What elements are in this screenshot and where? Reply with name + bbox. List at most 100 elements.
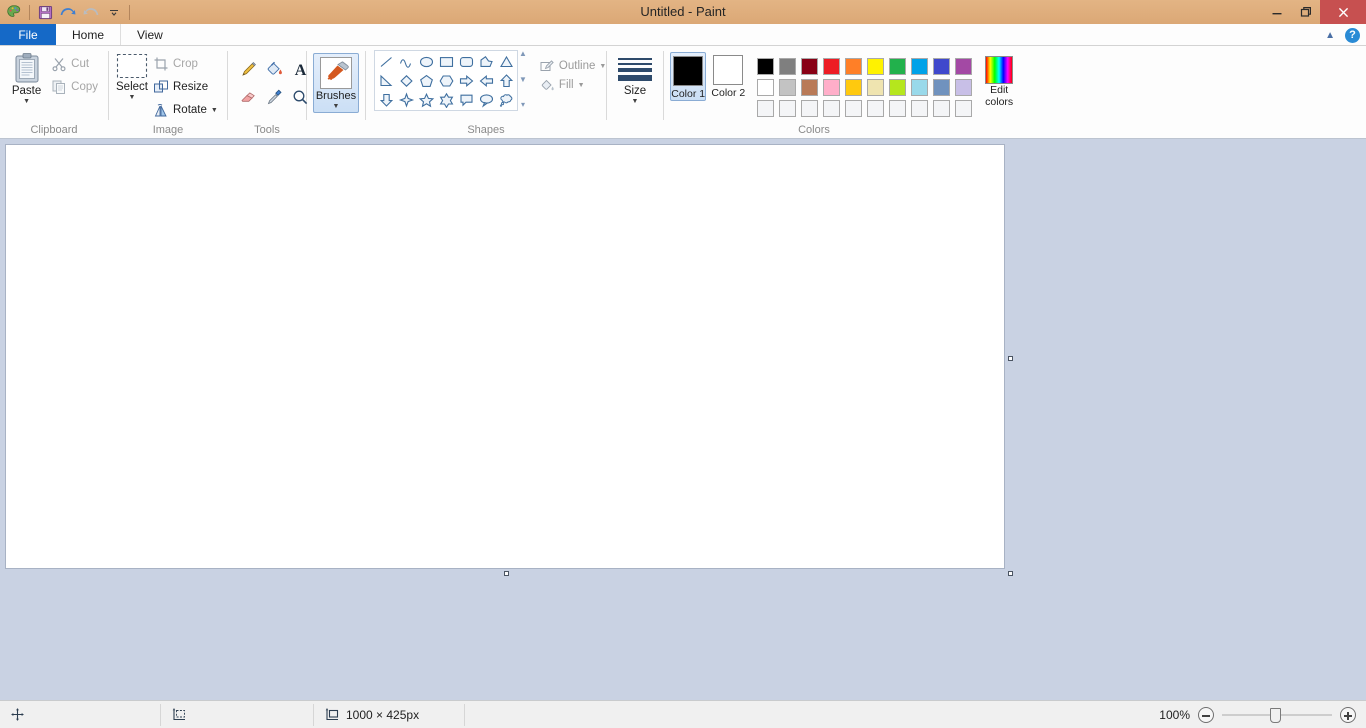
pentagon-shape[interactable] xyxy=(416,71,436,90)
zoom-out-button[interactable] xyxy=(1198,707,1214,723)
select-button[interactable]: Select ▼ xyxy=(115,50,149,101)
canvas-resize-handle-east[interactable] xyxy=(1008,356,1013,361)
hexagon-shape[interactable] xyxy=(436,71,456,90)
palette-swatch-r1-c2[interactable] xyxy=(776,56,798,77)
palette-swatch-r2-c4[interactable] xyxy=(820,77,842,98)
tab-file[interactable]: File xyxy=(0,24,56,45)
palette-swatch-r3-c1[interactable] xyxy=(754,98,776,119)
palette-swatch-r1-c4[interactable] xyxy=(820,56,842,77)
brushes-dropdown-caret-icon[interactable]: ▼ xyxy=(333,103,340,110)
zoom-in-button[interactable] xyxy=(1340,707,1356,723)
scroll-up-icon[interactable]: ▲ xyxy=(519,50,527,58)
zoom-slider-thumb[interactable] xyxy=(1270,708,1281,723)
resize-button[interactable]: Resize xyxy=(149,76,222,98)
palette-swatch-r1-c9[interactable] xyxy=(930,56,952,77)
fill-button[interactable]: Fill ▼ xyxy=(539,77,606,93)
palette-swatch-r1-c7[interactable] xyxy=(886,56,908,77)
crop-button[interactable]: Crop xyxy=(149,53,222,75)
undo-arrow-icon[interactable] xyxy=(57,1,79,23)
cut-button[interactable]: Cut xyxy=(47,53,102,75)
chevron-down-icon[interactable] xyxy=(103,1,125,23)
palette-swatch-r2-c9[interactable] xyxy=(930,77,952,98)
palette-swatch-r1-c1[interactable] xyxy=(754,56,776,77)
zoom-slider[interactable] xyxy=(1222,707,1332,723)
oval-callout-shape[interactable] xyxy=(476,90,496,109)
palette-swatch-r3-c2[interactable] xyxy=(776,98,798,119)
palette-swatch-r2-c6[interactable] xyxy=(864,77,886,98)
left-arrow-shape[interactable] xyxy=(476,71,496,90)
close-button[interactable] xyxy=(1320,0,1366,24)
scroll-down-icon[interactable]: ▼ xyxy=(519,75,527,84)
up-arrow-shape[interactable] xyxy=(496,71,516,90)
palette-swatch-r2-c2[interactable] xyxy=(776,77,798,98)
edit-colors-button[interactable]: Edit colors xyxy=(980,52,1018,108)
help-question-icon[interactable]: ? xyxy=(1345,27,1360,43)
four-point-star-shape[interactable] xyxy=(396,90,416,109)
line-shape[interactable] xyxy=(376,52,396,71)
paste-button[interactable]: Paste ▼ xyxy=(6,50,47,105)
palette-swatch-r3-c8[interactable] xyxy=(908,98,930,119)
color-picker-icon[interactable] xyxy=(262,84,286,110)
color2-button[interactable]: Color 2 xyxy=(710,52,746,99)
oval-shape[interactable] xyxy=(416,52,436,71)
restore-button[interactable] xyxy=(1291,0,1320,24)
right-triangle-shape[interactable] xyxy=(376,71,396,90)
rounded-callout-shape[interactable] xyxy=(456,90,476,109)
shapes-more-icon[interactable]: ▾ xyxy=(521,101,525,109)
palette-swatch-r3-c4[interactable] xyxy=(820,98,842,119)
fill-bucket-icon[interactable] xyxy=(262,56,286,82)
palette-swatch-r3-c9[interactable] xyxy=(930,98,952,119)
palette-swatch-r1-c3[interactable] xyxy=(798,56,820,77)
tab-home[interactable]: Home xyxy=(56,24,122,45)
paste-dropdown-caret-icon[interactable]: ▼ xyxy=(23,98,30,105)
right-arrow-shape[interactable] xyxy=(456,71,476,90)
outline-dropdown-caret-icon[interactable]: ▼ xyxy=(599,63,606,70)
palette-swatch-r1-c6[interactable] xyxy=(864,56,886,77)
floppy-disk-icon[interactable] xyxy=(34,1,56,23)
brushes-button[interactable]: Brushes ▼ xyxy=(313,53,359,113)
fill-dropdown-caret-icon[interactable]: ▼ xyxy=(578,82,585,89)
tab-view[interactable]: View xyxy=(121,24,179,45)
five-point-star-shape[interactable] xyxy=(416,90,436,109)
size-button[interactable]: Size ▼ xyxy=(613,54,657,105)
color1-button[interactable]: Color 1 xyxy=(670,52,707,101)
palette-swatch-r2-c8[interactable] xyxy=(908,77,930,98)
outline-button[interactable]: Outline ▼ xyxy=(539,58,606,74)
palette-swatch-r1-c10[interactable] xyxy=(952,56,974,77)
diamond-shape[interactable] xyxy=(396,71,416,90)
cloud-callout-shape[interactable] xyxy=(496,90,516,109)
chevron-up-icon[interactable]: ▲ xyxy=(1325,30,1335,41)
pencil-icon[interactable] xyxy=(236,56,260,82)
palette-swatch-r2-c10[interactable] xyxy=(952,77,974,98)
select-dropdown-caret-icon[interactable]: ▼ xyxy=(129,94,136,101)
canvas-resize-handle-south[interactable] xyxy=(504,571,509,576)
palette-swatch-r2-c5[interactable] xyxy=(842,77,864,98)
palette-swatch-r2-c1[interactable] xyxy=(754,77,776,98)
size-dropdown-caret-icon[interactable]: ▼ xyxy=(632,98,639,105)
palette-swatch-r3-c7[interactable] xyxy=(886,98,908,119)
rectangle-shape[interactable] xyxy=(436,52,456,71)
drawing-canvas[interactable] xyxy=(5,144,1005,569)
polygon-shape[interactable] xyxy=(476,52,496,71)
palette-swatch-r3-c5[interactable] xyxy=(842,98,864,119)
triangle-shape[interactable] xyxy=(496,52,516,71)
copy-button[interactable]: Copy xyxy=(47,76,102,98)
shapes-scrollbar[interactable]: ▲ ▼ ▾ xyxy=(519,50,527,109)
rounded-rectangle-shape[interactable] xyxy=(456,52,476,71)
palette-swatch-r2-c7[interactable] xyxy=(886,77,908,98)
minimize-button[interactable] xyxy=(1262,0,1291,24)
palette-swatch-r1-c5[interactable] xyxy=(842,56,864,77)
paint-palette-icon[interactable] xyxy=(3,1,25,23)
down-arrow-shape[interactable] xyxy=(376,90,396,109)
rotate-button[interactable]: Rotate ▼ xyxy=(149,99,222,121)
palette-swatch-r3-c10[interactable] xyxy=(952,98,974,119)
eraser-icon[interactable] xyxy=(236,84,260,110)
curve-shape[interactable] xyxy=(396,52,416,71)
rotate-dropdown-caret-icon[interactable]: ▼ xyxy=(211,107,218,114)
six-point-star-shape[interactable] xyxy=(436,90,456,109)
palette-swatch-r3-c6[interactable] xyxy=(864,98,886,119)
palette-swatch-r3-c3[interactable] xyxy=(798,98,820,119)
palette-swatch-r2-c3[interactable] xyxy=(798,77,820,98)
palette-swatch-r1-c8[interactable] xyxy=(908,56,930,77)
canvas-resize-handle-southeast[interactable] xyxy=(1008,571,1013,576)
